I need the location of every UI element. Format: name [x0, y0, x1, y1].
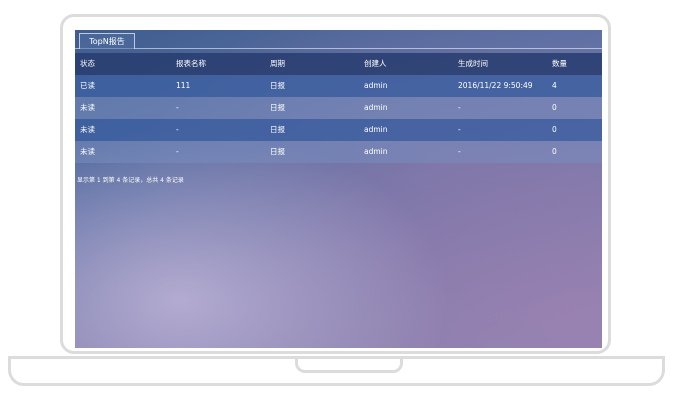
laptop-notch — [295, 359, 403, 373]
period-cell: 日报 — [270, 125, 285, 134]
table-row[interactable]: 已读 111 日报 admin 2016/11/22 9:50:49 4 — [75, 75, 602, 97]
creator-cell: admin — [364, 81, 388, 90]
report-name-cell: - — [176, 103, 179, 112]
generated-time-cell: - — [458, 147, 461, 156]
generated-time-cell: - — [458, 125, 461, 134]
count-cell: 4 — [552, 81, 557, 90]
column-header-period[interactable]: 周期 — [270, 53, 285, 75]
table-row[interactable]: 未读 - 日报 admin - 0 — [75, 141, 602, 163]
status-cell: 未读 — [80, 147, 95, 156]
period-cell: 日报 — [270, 147, 285, 156]
tab-bar: TopN报告 — [75, 30, 602, 49]
column-header-report-name[interactable]: 报表名称 — [176, 53, 206, 75]
count-cell: 0 — [552, 125, 557, 134]
period-cell: 日报 — [270, 81, 285, 90]
column-header-count[interactable]: 数量 — [552, 53, 567, 75]
report-name-cell: - — [176, 125, 179, 134]
report-name-cell: - — [176, 147, 179, 156]
generated-time-cell: - — [458, 103, 461, 112]
table-row[interactable]: 未读 - 日报 admin - 0 — [75, 119, 602, 141]
pagination-summary: 显示第 1 到第 4 条记录，总共 4 条记录 — [77, 177, 184, 184]
status-cell: 未读 — [80, 103, 95, 112]
tab-topn-report[interactable]: TopN报告 — [79, 33, 135, 49]
creator-cell: admin — [364, 125, 388, 134]
period-cell: 日报 — [270, 103, 285, 112]
report-name-cell: 111 — [176, 81, 191, 90]
column-header-creator[interactable]: 创建人 — [364, 53, 387, 75]
count-cell: 0 — [552, 103, 557, 112]
count-cell: 0 — [552, 147, 557, 156]
table-header-row: 状态 报表名称 周期 创建人 生成时间 数量 — [75, 53, 602, 75]
status-cell: 未读 — [80, 125, 95, 134]
generated-time-cell: 2016/11/22 9:50:49 — [458, 81, 533, 90]
column-header-status[interactable]: 状态 — [80, 53, 95, 75]
report-table: 状态 报表名称 周期 创建人 生成时间 数量 已读 111 日报 admin 2… — [75, 53, 602, 163]
creator-cell: admin — [364, 103, 388, 112]
creator-cell: admin — [364, 147, 388, 156]
laptop-screen: TopN报告 状态 报表名称 周期 创建人 生成时间 数量 已读 111 日报 … — [75, 30, 602, 348]
column-header-generated-time[interactable]: 生成时间 — [458, 53, 488, 75]
laptop-base — [8, 356, 665, 386]
table-row[interactable]: 未读 - 日报 admin - 0 — [75, 97, 602, 119]
status-cell: 已读 — [80, 81, 95, 90]
